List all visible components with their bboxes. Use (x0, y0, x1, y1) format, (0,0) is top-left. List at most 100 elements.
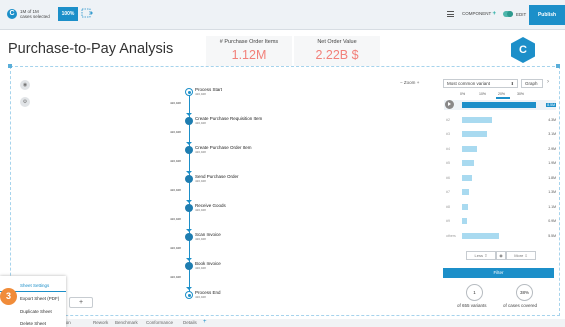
step-number-badge: 3 (0, 288, 17, 305)
edge-count: 420,948 (170, 159, 181, 163)
activity-count: 420,948 (195, 208, 206, 212)
variant-label: #8 (446, 204, 450, 209)
kpi-title: # Purchase Order Items (219, 39, 279, 45)
activity-label[interactable]: Process End 420,948 (195, 290, 221, 300)
variant-row[interactable]: #2 4.3M (444, 115, 556, 125)
activity-count: 420,948 (195, 150, 206, 154)
zoom-control[interactable]: − Zoom + (400, 80, 419, 85)
add-component-button[interactable]: COMPONENT + (462, 11, 496, 17)
more-label: More (514, 253, 524, 258)
activity-node[interactable] (185, 262, 193, 270)
kpi-value: 1.12M (231, 48, 267, 62)
selection-crosshair-icon[interactable] (80, 7, 94, 21)
variant-row[interactable]: #3 3.1M (444, 129, 556, 139)
activity-label[interactable]: Send Purchase Order 420,948 (195, 174, 239, 184)
variant-row[interactable]: #6 1.8M (444, 173, 556, 183)
variant-label: #5 (446, 161, 450, 165)
add-sheet-button[interactable]: + (69, 297, 93, 308)
activity-node[interactable] (185, 204, 193, 212)
less-button[interactable]: Less ⇧ (466, 251, 496, 260)
chevron-right-icon[interactable]: › (547, 79, 549, 85)
variant-bar (462, 116, 492, 123)
more-button[interactable]: More ⇩ (506, 251, 536, 260)
variants-count-label: of 655 variants (457, 303, 487, 308)
flow-arrow-icon (186, 142, 192, 145)
variant-row[interactable]: #7 1.3M (444, 187, 556, 197)
variant-row[interactable]: #4 2.9M (444, 144, 556, 154)
activity-node[interactable] (185, 291, 193, 299)
axis-tick: 30% (517, 92, 525, 96)
top-bar: C 1M of 1M cases selected 100% COMPONENT… (0, 0, 565, 30)
kpi-value: 2.22B $ (315, 48, 359, 62)
variant-label: others (446, 233, 456, 238)
activity-node[interactable] (185, 117, 193, 125)
variant-bar (462, 174, 472, 181)
edge-count: 420,948 (170, 101, 181, 105)
variant-row[interactable]: #9 0.9M (444, 216, 556, 226)
activity-count: 420,948 (195, 266, 206, 270)
activity-label[interactable]: Receive Goods 420,948 (195, 203, 226, 213)
variant-bar (462, 131, 487, 137)
activity-label[interactable]: Create Purchase Requisition Item 420,948 (195, 116, 262, 126)
sheet-tab[interactable]: Rework (93, 320, 108, 325)
menu-item-export-sheet[interactable]: Export Sheet (PDF) (20, 296, 59, 301)
edit-label: EDIT (516, 12, 527, 17)
activity-label[interactable]: Create Purchase Order Item 420,948 (195, 145, 252, 155)
flow-arrow-icon (186, 200, 192, 203)
activity-label[interactable]: Book Invoice 420,948 (195, 261, 221, 271)
resize-handle[interactable] (8, 64, 12, 68)
variant-count: 1.3M (548, 190, 556, 194)
menu-item-delete-sheet[interactable]: Delete Sheet (20, 321, 46, 326)
variants-count-circle: 1 (466, 284, 483, 301)
variant-count: 8.5M (546, 103, 556, 107)
activity-count: 420,948 (195, 295, 206, 299)
variant-label: #9 (446, 219, 450, 223)
play-variant-icon[interactable] (445, 100, 454, 109)
zoom-out-button[interactable]: − (400, 80, 403, 85)
variant-mode-select[interactable]: Most common variant ⬍ (443, 79, 518, 88)
resize-handle[interactable] (556, 64, 560, 68)
sheet-tab[interactable]: Conformance (146, 320, 173, 325)
add-tab-button[interactable]: + (203, 319, 207, 325)
activity-node[interactable] (185, 88, 193, 96)
variant-count: 1.8M (548, 175, 556, 180)
flow-arrow-icon (186, 287, 192, 290)
kpi-purchase-order-items[interactable]: # Purchase Order Items 1.12M (206, 36, 292, 66)
activity-node[interactable] (185, 175, 193, 183)
variant-count: 3.1M (548, 132, 556, 136)
view-mode-select[interactable]: Graph (521, 79, 543, 88)
variant-slider-handle[interactable]: ◉ (496, 251, 506, 260)
celonis-logo-icon[interactable]: C (7, 9, 17, 19)
zoom-in-button[interactable]: + (417, 80, 420, 85)
selection-percent-badge[interactable]: 100% (58, 7, 78, 21)
settings-icon[interactable]: ⚙ (20, 97, 30, 107)
chevron-down-icon: ⬍ (510, 81, 514, 86)
edge-count: 420,948 (170, 130, 181, 134)
variant-bar (462, 189, 470, 195)
variant-label: #3 (446, 132, 450, 136)
sheet-tab[interactable]: Details (183, 320, 197, 325)
menu-item-sheet-settings[interactable]: Sheet Settings (0, 283, 67, 292)
menu-item-duplicate-sheet[interactable]: Duplicate Sheet (20, 309, 52, 314)
activity-node[interactable] (185, 233, 193, 241)
publish-button[interactable]: Publish (529, 5, 565, 25)
cases-selected-indicator[interactable]: 1M of 1M cases selected (20, 9, 50, 19)
activity-label[interactable]: Scan Invoice 420,948 (195, 232, 221, 242)
variant-row[interactable]: #5 1.9M (444, 158, 556, 168)
variant-row[interactable]: #8 1.1M (444, 202, 556, 212)
plus-icon: + (492, 11, 496, 17)
activity-node[interactable] (185, 146, 193, 154)
variant-row[interactable]: others 5.5M (444, 231, 556, 241)
edge-count: 420,948 (170, 275, 181, 279)
sheet-tab[interactable]: Benchmark (115, 320, 138, 325)
eye-icon[interactable]: ◉ (20, 80, 30, 90)
variant-row[interactable]: #18.5M (444, 100, 556, 110)
activity-label[interactable]: Process Start 420,948 (195, 87, 222, 97)
hamburger-menu-icon[interactable] (447, 11, 454, 17)
axis-tick: 0% (460, 92, 466, 96)
edit-mode-toggle[interactable] (503, 11, 513, 17)
kpi-net-order-value[interactable]: Net Order Value 2.22B $ (294, 36, 380, 66)
filter-button[interactable]: Filter (443, 268, 554, 278)
activity-count: 420,948 (195, 237, 206, 241)
edge-count: 420,948 (170, 217, 181, 221)
